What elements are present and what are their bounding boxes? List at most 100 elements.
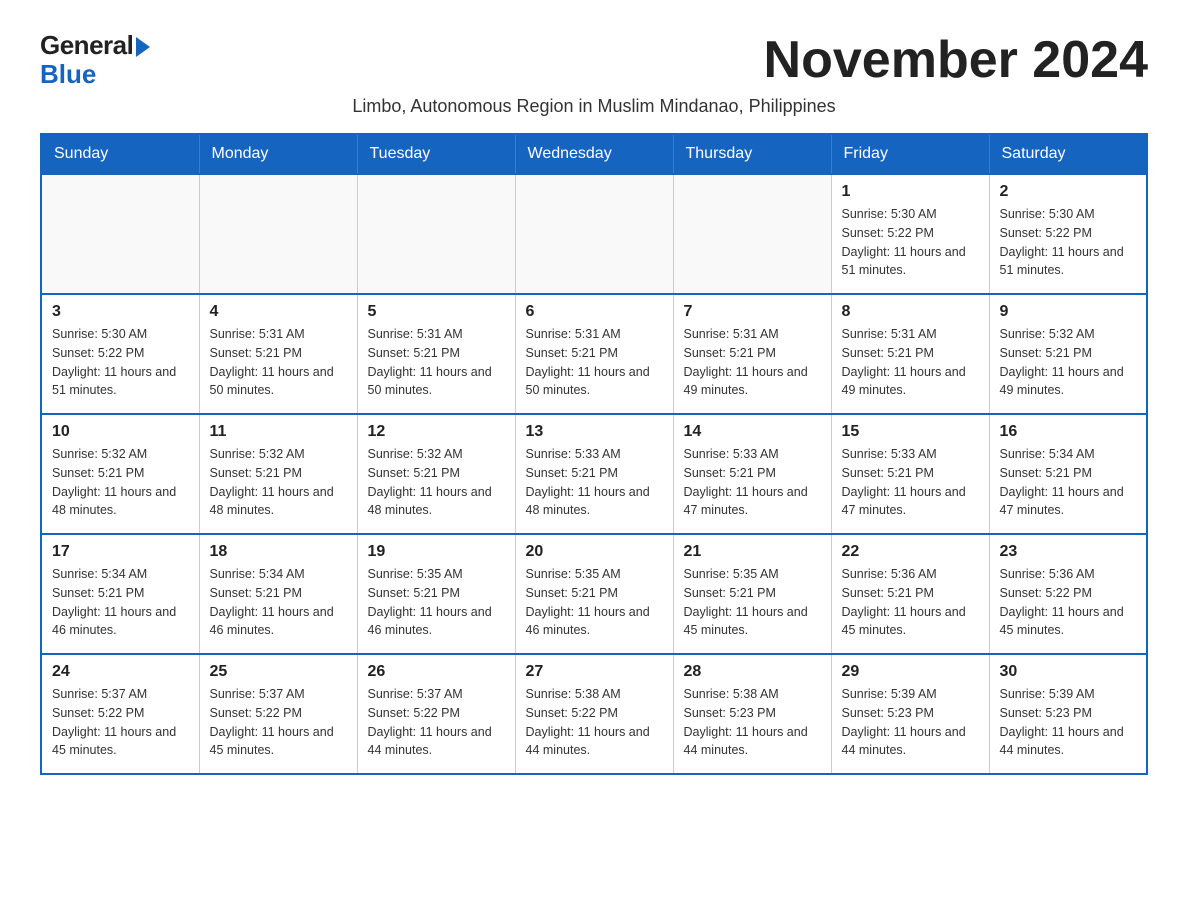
day-number: 20 [526,543,663,561]
header-sunday: Sunday [41,134,199,174]
calendar-cell: 24Sunrise: 5:37 AMSunset: 5:22 PMDayligh… [41,654,199,774]
day-number: 27 [526,663,663,681]
calendar-cell: 26 Sunrise: 5:37 AMSunset: 5:22 PMDayligh… [357,654,515,774]
month-title: November 2024 [764,30,1148,90]
day-number: 17 [52,543,189,561]
calendar-cell: 6 Sunrise: 5:31 AMSunset: 5:21 PMDaylight… [515,294,673,414]
header-wednesday: Wednesday [515,134,673,174]
day-info: Sunrise: 5:32 AMSunset: 5:21 PMDaylight:… [1000,325,1137,400]
day-info: Sunrise: 5:35 AMSunset: 5:21 PMDaylight:… [368,565,505,640]
calendar-cell: 30Sunrise: 5:39 AMSunset: 5:23 PMDayligh… [989,654,1147,774]
day-info: Sunrise: 5:32 AMSunset: 5:21 PMDaylight:… [52,445,189,520]
calendar-cell [673,174,831,294]
calendar-cell: 14 Sunrise: 5:33 AMSunset: 5:21 PMDayligh… [673,414,831,534]
calendar-cell: 16Sunrise: 5:34 AMSunset: 5:21 PMDayligh… [989,414,1147,534]
day-info: Sunrise: 5:34 AMSunset: 5:21 PMDaylight:… [52,565,189,640]
week-row-0: 1 Sunrise: 5:30 AMSunset: 5:22 PMDaylight… [41,174,1147,294]
day-number: 7 [684,303,821,321]
calendar-cell: 11Sunrise: 5:32 AMSunset: 5:21 PMDayligh… [199,414,357,534]
day-number: 21 [684,543,821,561]
day-info: Sunrise: 5:39 AMSunset: 5:23 PMDaylight:… [1000,685,1137,760]
calendar-cell: 3 Sunrise: 5:30 AMSunset: 5:22 PMDaylight… [41,294,199,414]
day-info: Sunrise: 5:33 AMSunset: 5:21 PMDaylight:… [526,445,663,520]
calendar-cell: 13 Sunrise: 5:33 AMSunset: 5:21 PMDayligh… [515,414,673,534]
day-info: Sunrise: 5:33 AMSunset: 5:21 PMDaylight:… [842,445,979,520]
day-info: Sunrise: 5:31 AMSunset: 5:21 PMDaylight:… [842,325,979,400]
day-info: Sunrise: 5:30 AMSunset: 5:22 PMDaylight:… [842,205,979,280]
week-row-3: 17 Sunrise: 5:34 AMSunset: 5:21 PMDayligh… [41,534,1147,654]
calendar-header-row: SundayMondayTuesdayWednesdayThursdayFrid… [41,134,1147,174]
day-number: 28 [684,663,821,681]
day-info: Sunrise: 5:35 AMSunset: 5:21 PMDaylight:… [526,565,663,640]
day-info: Sunrise: 5:37 AMSunset: 5:22 PMDaylight:… [210,685,347,760]
calendar-cell: 1 Sunrise: 5:30 AMSunset: 5:22 PMDaylight… [831,174,989,294]
calendar-cell: 5 Sunrise: 5:31 AMSunset: 5:21 PMDaylight… [357,294,515,414]
calendar-cell: 22 Sunrise: 5:36 AMSunset: 5:21 PMDayligh… [831,534,989,654]
header-tuesday: Tuesday [357,134,515,174]
day-number: 8 [842,303,979,321]
day-number: 19 [368,543,505,561]
calendar-cell: 18 Sunrise: 5:34 AMSunset: 5:21 PMDayligh… [199,534,357,654]
day-info: Sunrise: 5:30 AMSunset: 5:22 PMDaylight:… [52,325,189,400]
calendar-cell [515,174,673,294]
calendar-cell: 7 Sunrise: 5:31 AMSunset: 5:21 PMDaylight… [673,294,831,414]
logo-blue-text: Blue [40,59,96,90]
calendar-cell: 12 Sunrise: 5:32 AMSunset: 5:21 PMDayligh… [357,414,515,534]
calendar-cell: 10 Sunrise: 5:32 AMSunset: 5:21 PMDayligh… [41,414,199,534]
week-row-4: 24Sunrise: 5:37 AMSunset: 5:22 PMDayligh… [41,654,1147,774]
day-number: 4 [210,303,347,321]
day-number: 13 [526,423,663,441]
calendar-cell [41,174,199,294]
day-info: Sunrise: 5:36 AMSunset: 5:21 PMDaylight:… [842,565,979,640]
day-info: Sunrise: 5:32 AMSunset: 5:21 PMDaylight:… [368,445,505,520]
logo: General Blue [40,30,150,90]
day-number: 26 [368,663,505,681]
day-number: 6 [526,303,663,321]
calendar-table: SundayMondayTuesdayWednesdayThursdayFrid… [40,133,1148,775]
logo-triangle-icon [136,37,150,57]
day-number: 18 [210,543,347,561]
day-number: 9 [1000,303,1137,321]
header: General Blue November 2024 [40,30,1148,90]
day-info: Sunrise: 5:30 AMSunset: 5:22 PMDaylight:… [1000,205,1137,280]
calendar-cell: 17 Sunrise: 5:34 AMSunset: 5:21 PMDayligh… [41,534,199,654]
day-info: Sunrise: 5:39 AMSunset: 5:23 PMDaylight:… [842,685,979,760]
day-number: 1 [842,183,979,201]
week-row-1: 3 Sunrise: 5:30 AMSunset: 5:22 PMDaylight… [41,294,1147,414]
calendar-cell: 8 Sunrise: 5:31 AMSunset: 5:21 PMDaylight… [831,294,989,414]
day-number: 29 [842,663,979,681]
header-saturday: Saturday [989,134,1147,174]
day-info: Sunrise: 5:38 AMSunset: 5:23 PMDaylight:… [684,685,821,760]
calendar-cell: 29 Sunrise: 5:39 AMSunset: 5:23 PMDayligh… [831,654,989,774]
calendar-cell: 25Sunrise: 5:37 AMSunset: 5:22 PMDayligh… [199,654,357,774]
calendar-cell: 19 Sunrise: 5:35 AMSunset: 5:21 PMDayligh… [357,534,515,654]
day-info: Sunrise: 5:31 AMSunset: 5:21 PMDaylight:… [526,325,663,400]
header-thursday: Thursday [673,134,831,174]
day-number: 10 [52,423,189,441]
calendar-cell [199,174,357,294]
day-info: Sunrise: 5:37 AMSunset: 5:22 PMDaylight:… [368,685,505,760]
day-number: 3 [52,303,189,321]
day-info: Sunrise: 5:31 AMSunset: 5:21 PMDaylight:… [684,325,821,400]
subtitle: Limbo, Autonomous Region in Muslim Minda… [40,96,1148,117]
logo-general-text: General [40,30,133,61]
calendar-cell: 4Sunrise: 5:31 AMSunset: 5:21 PMDaylight… [199,294,357,414]
day-info: Sunrise: 5:31 AMSunset: 5:21 PMDaylight:… [368,325,505,400]
day-number: 15 [842,423,979,441]
calendar-cell: 21 Sunrise: 5:35 AMSunset: 5:21 PMDayligh… [673,534,831,654]
header-friday: Friday [831,134,989,174]
day-number: 22 [842,543,979,561]
day-info: Sunrise: 5:33 AMSunset: 5:21 PMDaylight:… [684,445,821,520]
day-number: 5 [368,303,505,321]
day-number: 23 [1000,543,1137,561]
day-info: Sunrise: 5:34 AMSunset: 5:21 PMDaylight:… [210,565,347,640]
day-number: 14 [684,423,821,441]
day-info: Sunrise: 5:34 AMSunset: 5:21 PMDaylight:… [1000,445,1137,520]
calendar-cell: 2Sunrise: 5:30 AMSunset: 5:22 PMDaylight… [989,174,1147,294]
day-number: 11 [210,423,347,441]
day-info: Sunrise: 5:35 AMSunset: 5:21 PMDaylight:… [684,565,821,640]
calendar-cell: 15 Sunrise: 5:33 AMSunset: 5:21 PMDayligh… [831,414,989,534]
calendar-cell: 20 Sunrise: 5:35 AMSunset: 5:21 PMDayligh… [515,534,673,654]
calendar-cell: 23Sunrise: 5:36 AMSunset: 5:22 PMDayligh… [989,534,1147,654]
day-number: 12 [368,423,505,441]
